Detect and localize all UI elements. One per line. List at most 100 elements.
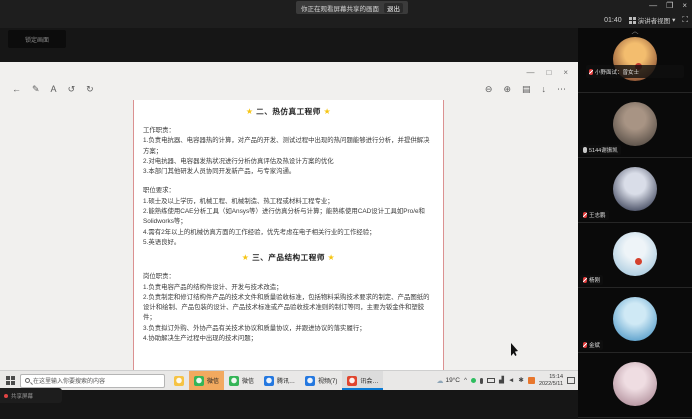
print-icon[interactable]: ▤ (522, 84, 531, 94)
portrait-photo-avatar (613, 102, 657, 146)
settings-gear-icon[interactable]: ✱ (518, 377, 523, 385)
back-icon[interactable]: ← (12, 84, 21, 94)
banner-text: 你正在观看屏幕共享的画面 (301, 3, 379, 13)
taskbar-app-tencent[interactable]: 腾讯… (259, 371, 300, 390)
taskbar-app-wechat-1[interactable]: 微信 (189, 371, 224, 390)
sea-scene-avatar (613, 297, 657, 341)
taskbar-app-meeting[interactable]: 讯会… (342, 371, 383, 390)
zoom-out-icon[interactable]: ⊖ (485, 84, 493, 94)
system-tray: ☁ 19°C ^ ▟ ◄ ✱ 15:14 2022/5/11 (436, 374, 578, 387)
doc-text-line: 3.本部门其他研发人员协同开发新产品，与专家沟通。 (143, 167, 434, 177)
taskbar-app-video[interactable]: 视频(7) (300, 371, 342, 390)
participant-tile[interactable]: 杨刚 (578, 223, 692, 288)
edit-icon[interactable]: ✎ (32, 84, 40, 94)
wps-tray-icon[interactable] (528, 377, 535, 384)
mouse-cursor (511, 343, 520, 356)
volume-icon[interactable]: ◄ (508, 377, 514, 385)
status-dot-icon[interactable] (471, 378, 476, 383)
doc-content: ★ 二、热仿真工程师 ★ 工作职责：1.负责电抗器、电容器热的计算，对产品的开发、… (143, 106, 434, 344)
participant-name: 王志鹏 (589, 211, 606, 219)
maximize-icon[interactable]: ❐ (666, 1, 673, 11)
taskbar-app-meeting-icon (347, 376, 357, 386)
sharing-indicator-label: 共享屏幕 (11, 392, 33, 400)
taskbar-app-video-icon (305, 376, 315, 386)
viewer-toolbar-left: ← ✎ A ↺ ↻ (12, 84, 94, 94)
viewer-close-icon[interactable]: × (563, 68, 568, 77)
flowers-avatar (613, 362, 657, 406)
participant-label: 小野面试：曾女士 (586, 65, 684, 78)
watching-share-banner: 你正在观看屏幕共享的画面 退出 (296, 1, 408, 14)
participant-tile[interactable] (578, 353, 692, 418)
font-icon[interactable]: A (51, 84, 57, 94)
section-title: ★ 三、产品结构工程师 ★ (143, 252, 434, 263)
taskbar-app-explorer-icon (174, 376, 184, 386)
section-title: ★ 二、热仿真工程师 ★ (143, 106, 434, 117)
fullscreen-icon[interactable]: ⛶ (682, 15, 688, 25)
search-icon (25, 378, 30, 383)
doc-text-line: 2.能熟练使用CAE分析工具（如Ansys等）进行仿真分析与计算；能熟练使用CA… (143, 207, 434, 228)
close-icon[interactable]: × (682, 1, 687, 11)
star-icon: ★ (246, 107, 254, 116)
participant-name: 杨刚 (589, 276, 600, 284)
action-center-icon[interactable] (567, 377, 575, 384)
taskbar-clock[interactable]: 15:14 2022/5/11 (539, 374, 563, 387)
star-icon: ★ (328, 253, 336, 262)
grid-view-icon (629, 17, 636, 24)
weather-widget[interactable]: ☁ 19°C (436, 377, 460, 385)
mic-tray-icon[interactable] (480, 378, 483, 384)
astronaut-avatar (613, 167, 657, 211)
exit-share-button[interactable]: 退出 (384, 3, 403, 13)
taskbar-search-input[interactable]: 在这里输入你要搜索的内容 (20, 374, 165, 388)
recording-dot-icon (4, 394, 8, 398)
participant-label: 杨刚 (580, 275, 603, 285)
meeting-timer: 01:40 (604, 17, 622, 24)
mic-icon (583, 147, 587, 153)
viewer-maximize-icon[interactable]: □ (546, 68, 551, 77)
taskbar: 在这里输入你要搜索的内容 微信微信腾讯…视频(7)讯会… ☁ 19°C ^ ▟ … (0, 370, 578, 390)
participant-tile[interactable]: 金斌 (578, 288, 692, 353)
rotate-left-icon[interactable]: ↺ (68, 84, 76, 94)
taskbar-app-label: 微信 (207, 376, 219, 385)
meeting-controls: 01:40 演讲者视图 ▾ ⛶ (604, 13, 688, 27)
taskbar-app-wechat-1-icon (194, 376, 204, 386)
mic-muted-icon (583, 277, 587, 283)
doc-text-line: 5.英语良好。 (143, 238, 434, 248)
tray-chevron-icon[interactable]: ^ (464, 377, 467, 385)
participant-name: 5144谢振凯 (589, 146, 618, 154)
lock-view-button[interactable]: 锁定画面 (8, 30, 66, 48)
taskbar-app-label: 视频(7) (318, 376, 337, 385)
participant-tile[interactable]: 王志鹏 (578, 158, 692, 223)
block-heading: 工作职责： (143, 126, 434, 136)
participant-label: 5144谢振凯 (580, 145, 621, 155)
sharing-indicator[interactable]: 共享屏幕 (0, 388, 62, 403)
participant-tile[interactable]: 小野面试：曾女士 (578, 28, 692, 93)
view-mode-button[interactable]: 演讲者视图 ▾ (629, 15, 676, 25)
avatar-accent (635, 258, 642, 265)
viewer-minimize-icon[interactable]: — (526, 68, 534, 77)
battery-icon[interactable] (487, 378, 495, 383)
participant-tile[interactable]: 5144谢振凯 (578, 93, 692, 158)
clock-date: 2022/5/11 (539, 381, 563, 388)
start-button[interactable] (0, 376, 20, 385)
doc-text-line: 2.负责制定和修订结构件产品的技术文件和质量验收标准，包括物料采购技术要求的制定… (143, 293, 434, 324)
taskbar-app-label: 微信 (242, 376, 254, 385)
mic-muted-icon (589, 69, 593, 75)
minimize-icon[interactable]: — (649, 1, 657, 11)
collapse-sidebar-icon[interactable]: ︿ (578, 28, 692, 36)
more-icon[interactable]: ⋯ (557, 84, 566, 94)
document-page[interactable]: ★ 二、热仿真工程师 ★ 工作职责：1.负责电抗器、电容器热的计算，对产品的开发、… (133, 100, 444, 370)
doc-text-line: 4.需有2年以上的机械仿真方面的工作经验，优先考虑在电子相关行业的工作经验； (143, 228, 434, 238)
doc-text-line: 1.负责电抗器、电容器热的计算，对产品的开发、测试过程中出现的热问题能够进行分析… (143, 136, 434, 157)
download-icon[interactable]: ↓ (542, 84, 547, 94)
mic-muted-icon (583, 212, 587, 218)
view-mode-label: 演讲者视图 (638, 15, 671, 25)
windows-logo-icon (6, 376, 15, 385)
taskbar-app-wechat-2[interactable]: 微信 (224, 371, 259, 390)
taskbar-app-wechat-2-icon (229, 376, 239, 386)
taskbar-app-explorer[interactable] (169, 371, 189, 390)
taskbar-apps: 微信微信腾讯…视频(7)讯会… (169, 371, 383, 390)
rotate-right-icon[interactable]: ↻ (86, 84, 94, 94)
zoom-in-icon[interactable]: ⊕ (503, 84, 511, 94)
network-icon[interactable]: ▟ (499, 377, 504, 385)
section-title-text: 三、产品结构工程师 (249, 253, 327, 262)
